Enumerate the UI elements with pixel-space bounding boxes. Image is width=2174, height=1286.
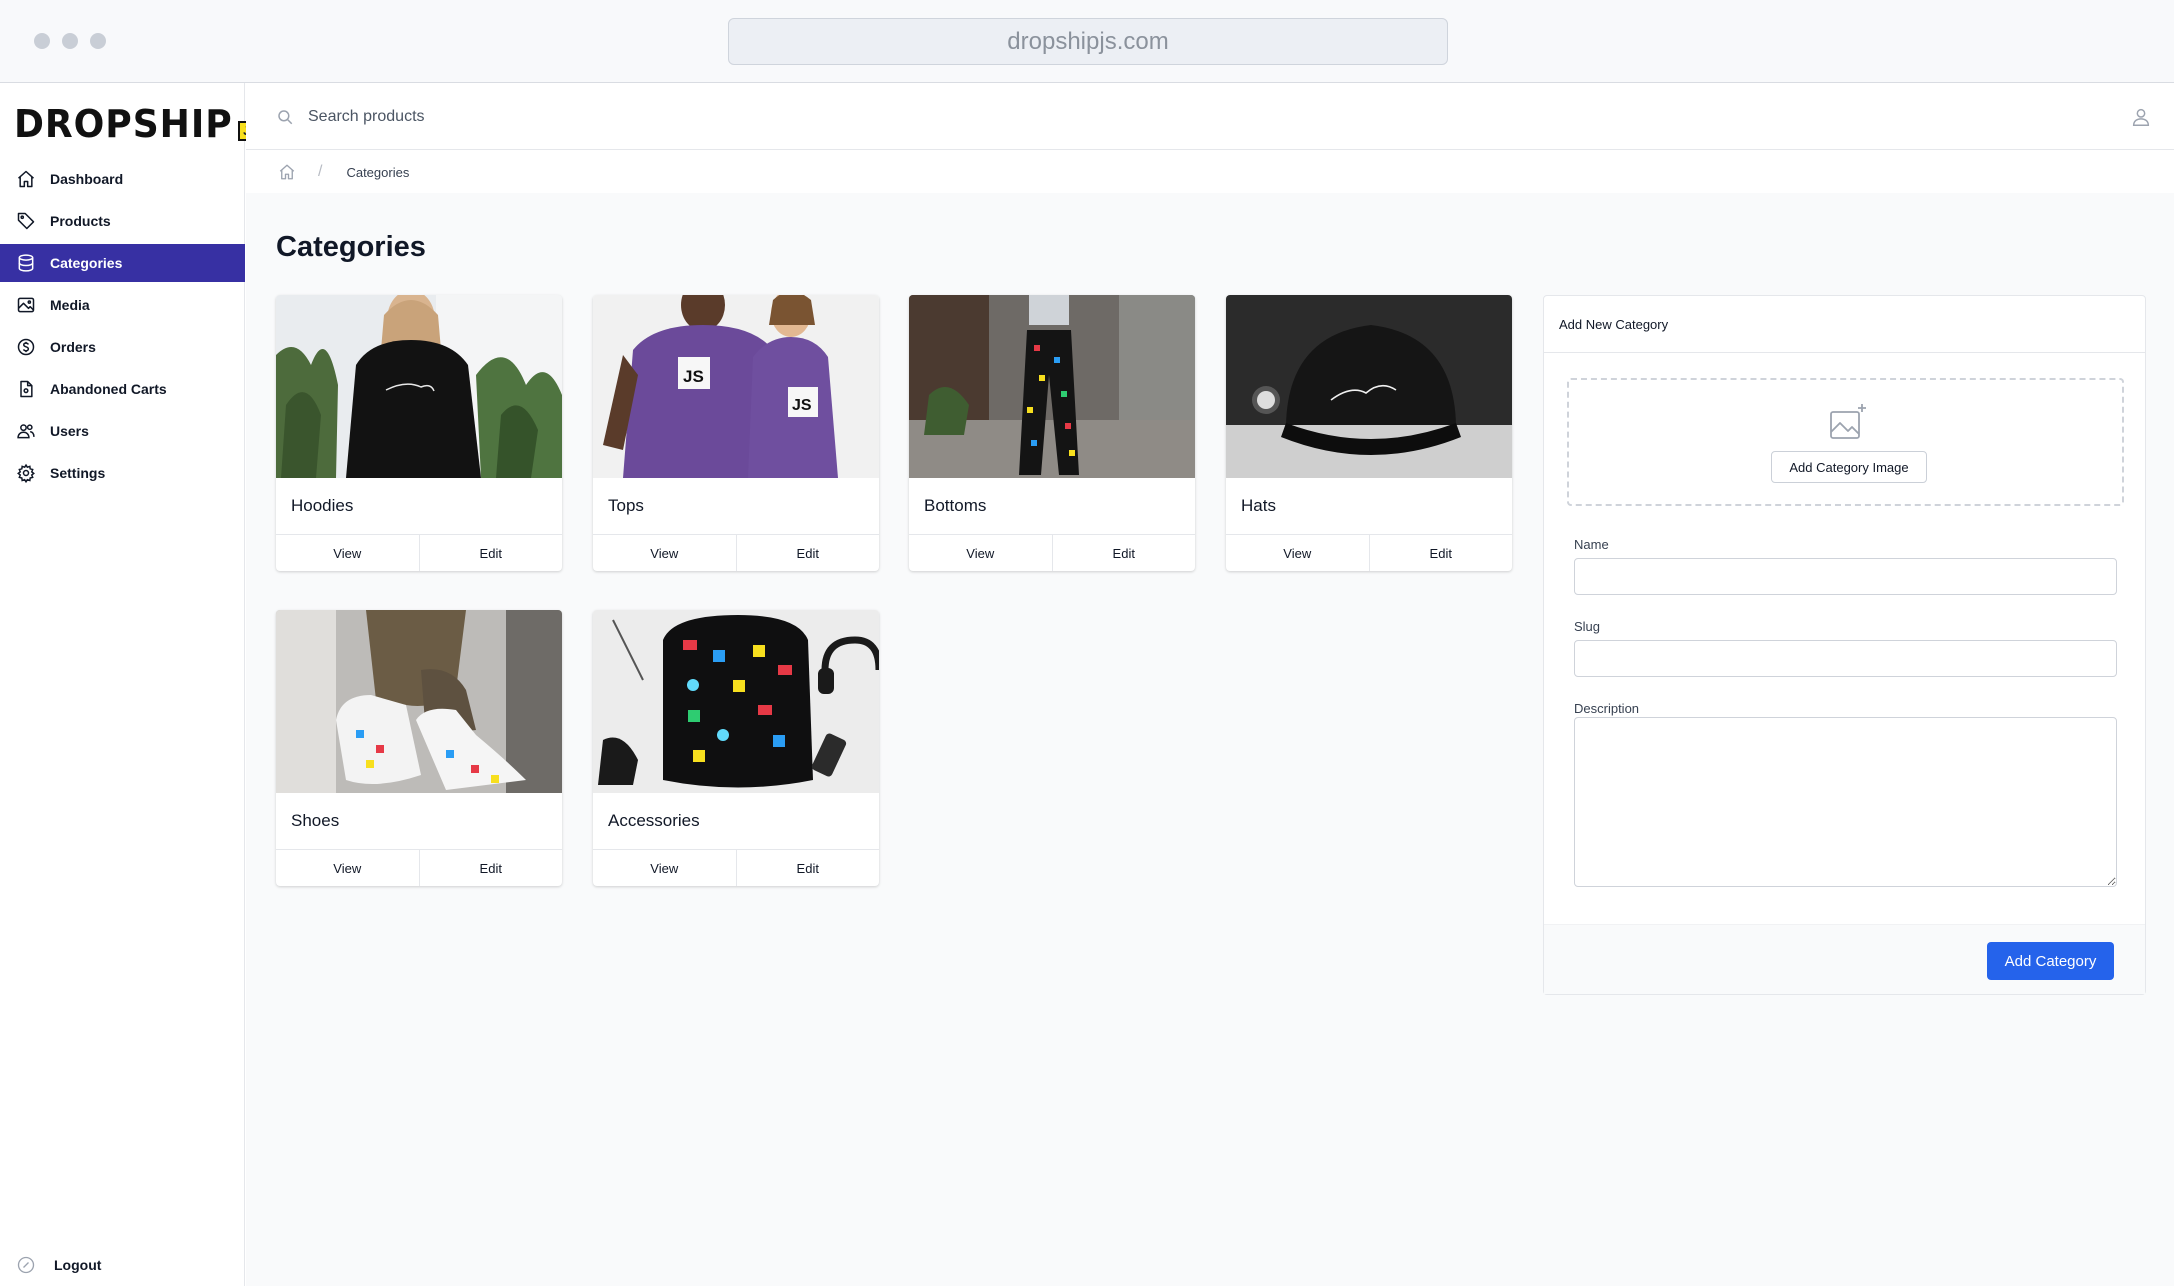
category-image-bottoms bbox=[909, 295, 1195, 478]
svg-text:JS: JS bbox=[792, 397, 812, 414]
search-input[interactable] bbox=[308, 107, 708, 126]
add-category-image-button[interactable]: Add Category Image bbox=[1771, 451, 1927, 483]
maximize-window-dot[interactable] bbox=[90, 33, 106, 49]
close-window-dot[interactable] bbox=[34, 33, 50, 49]
address-bar[interactable]: dropshipjs.com bbox=[728, 18, 1448, 65]
category-card-accessories: Accessories View Edit bbox=[593, 610, 879, 886]
logout-label: Logout bbox=[54, 1257, 102, 1273]
sidebar-item-label: Dashboard bbox=[50, 171, 124, 187]
card-actions: View Edit bbox=[276, 850, 562, 886]
category-image-accessories bbox=[593, 610, 879, 793]
edit-button[interactable]: Edit bbox=[418, 850, 563, 886]
edit-button[interactable]: Edit bbox=[1368, 535, 1513, 571]
panel-title: Add New Category bbox=[1544, 296, 2145, 353]
image-icon bbox=[16, 295, 36, 315]
edit-button[interactable]: Edit bbox=[418, 535, 563, 571]
category-name: Bottoms bbox=[909, 478, 1195, 535]
view-button[interactable]: View bbox=[593, 535, 736, 571]
view-button[interactable]: View bbox=[909, 535, 1052, 571]
browser-chrome: dropshipjs.com bbox=[0, 0, 2174, 83]
database-icon bbox=[16, 253, 36, 273]
edit-button[interactable]: Edit bbox=[735, 850, 880, 886]
tag-icon bbox=[16, 211, 36, 231]
card-actions: View Edit bbox=[276, 535, 562, 571]
sidebar-item-label: Abandoned Carts bbox=[50, 381, 167, 397]
slug-field[interactable] bbox=[1574, 640, 2117, 677]
category-name: Hoodies bbox=[276, 478, 562, 535]
description-label: Description bbox=[1574, 701, 1640, 716]
sidebar-item-label: Media bbox=[50, 297, 90, 313]
gear-icon bbox=[16, 463, 36, 483]
sidebar-item-label: Users bbox=[50, 423, 89, 439]
name-label: Name bbox=[1574, 537, 1609, 552]
view-button[interactable]: View bbox=[276, 850, 419, 886]
logout-icon bbox=[16, 1255, 36, 1275]
sidebar: DROPSHIP JS Dashboard Products Categorie… bbox=[0, 83, 265, 1286]
sidebar-item-media[interactable]: Media bbox=[0, 286, 245, 324]
card-actions: View Edit bbox=[593, 850, 879, 886]
main-content: Categories Hoodies View Edit JS JS Tops … bbox=[246, 193, 2174, 1286]
add-image-icon bbox=[1830, 404, 1866, 439]
user-profile-icon[interactable] bbox=[2130, 106, 2152, 128]
dollar-icon bbox=[16, 337, 36, 357]
category-name: Tops bbox=[593, 478, 879, 535]
image-dropzone[interactable]: Add Category Image bbox=[1567, 378, 2124, 506]
window-controls bbox=[34, 33, 106, 49]
logo-text: DROPSHIP bbox=[14, 102, 233, 146]
category-image-hoodies bbox=[276, 295, 562, 478]
category-name: Shoes bbox=[276, 793, 562, 850]
edit-button[interactable]: Edit bbox=[735, 535, 880, 571]
description-field[interactable] bbox=[1574, 717, 2117, 887]
breadcrumb: / Categories bbox=[246, 151, 2174, 193]
category-image-shoes bbox=[276, 610, 562, 793]
card-actions: View Edit bbox=[1226, 535, 1512, 571]
category-image-tops: JS JS bbox=[593, 295, 879, 478]
top-bar bbox=[246, 83, 2174, 150]
sidebar-item-categories[interactable]: Categories bbox=[0, 244, 245, 282]
logo[interactable]: DROPSHIP JS bbox=[14, 102, 265, 146]
category-card-bottoms: Bottoms View Edit bbox=[909, 295, 1195, 571]
category-name: Hats bbox=[1226, 478, 1512, 535]
sidebar-item-label: Categories bbox=[50, 255, 123, 271]
edit-button[interactable]: Edit bbox=[1051, 535, 1196, 571]
name-field[interactable] bbox=[1574, 558, 2117, 595]
sidebar-item-label: Products bbox=[50, 213, 111, 229]
minimize-window-dot[interactable] bbox=[62, 33, 78, 49]
sidebar-item-users[interactable]: Users bbox=[0, 412, 245, 450]
sidebar-item-settings[interactable]: Settings bbox=[0, 454, 245, 492]
category-card-tops: JS JS Tops View Edit bbox=[593, 295, 879, 571]
sidebar-item-abandoned-carts[interactable]: Abandoned Carts bbox=[0, 370, 245, 408]
card-actions: View Edit bbox=[593, 535, 879, 571]
breadcrumb-separator: / bbox=[318, 163, 323, 180]
page-title: Categories bbox=[276, 231, 426, 263]
document-icon bbox=[16, 379, 36, 399]
home-icon bbox=[16, 169, 36, 189]
sidebar-item-orders[interactable]: Orders bbox=[0, 328, 245, 366]
sidebar-item-dashboard[interactable]: Dashboard bbox=[0, 160, 245, 198]
search-bar bbox=[276, 83, 708, 150]
category-name: Accessories bbox=[593, 793, 879, 850]
svg-text:JS: JS bbox=[683, 367, 704, 386]
sidebar-item-label: Orders bbox=[50, 339, 96, 355]
users-icon bbox=[16, 421, 36, 441]
card-actions: View Edit bbox=[909, 535, 1195, 571]
add-category-button[interactable]: Add Category bbox=[1987, 942, 2114, 980]
breadcrumb-home-icon[interactable] bbox=[278, 163, 296, 181]
sidebar-item-products[interactable]: Products bbox=[0, 202, 245, 240]
view-button[interactable]: View bbox=[276, 535, 419, 571]
category-card-hats: Hats View Edit bbox=[1226, 295, 1512, 571]
slug-label: Slug bbox=[1574, 619, 1601, 634]
sidebar-item-label: Settings bbox=[50, 465, 106, 481]
panel-footer: Add Category bbox=[1544, 924, 2145, 994]
search-icon bbox=[278, 109, 293, 124]
view-button[interactable]: View bbox=[593, 850, 736, 886]
category-card-hoodies: Hoodies View Edit bbox=[276, 295, 562, 571]
add-category-panel: Add New Category Add Category Image Name… bbox=[1543, 295, 2146, 995]
category-card-shoes: Shoes View Edit bbox=[276, 610, 562, 886]
breadcrumb-current[interactable]: Categories bbox=[346, 165, 409, 180]
sidebar-nav: Dashboard Products Categories Media Orde… bbox=[0, 160, 245, 496]
category-image-hats bbox=[1226, 295, 1512, 478]
view-button[interactable]: View bbox=[1226, 535, 1369, 571]
logout-button[interactable]: Logout bbox=[16, 1252, 101, 1278]
